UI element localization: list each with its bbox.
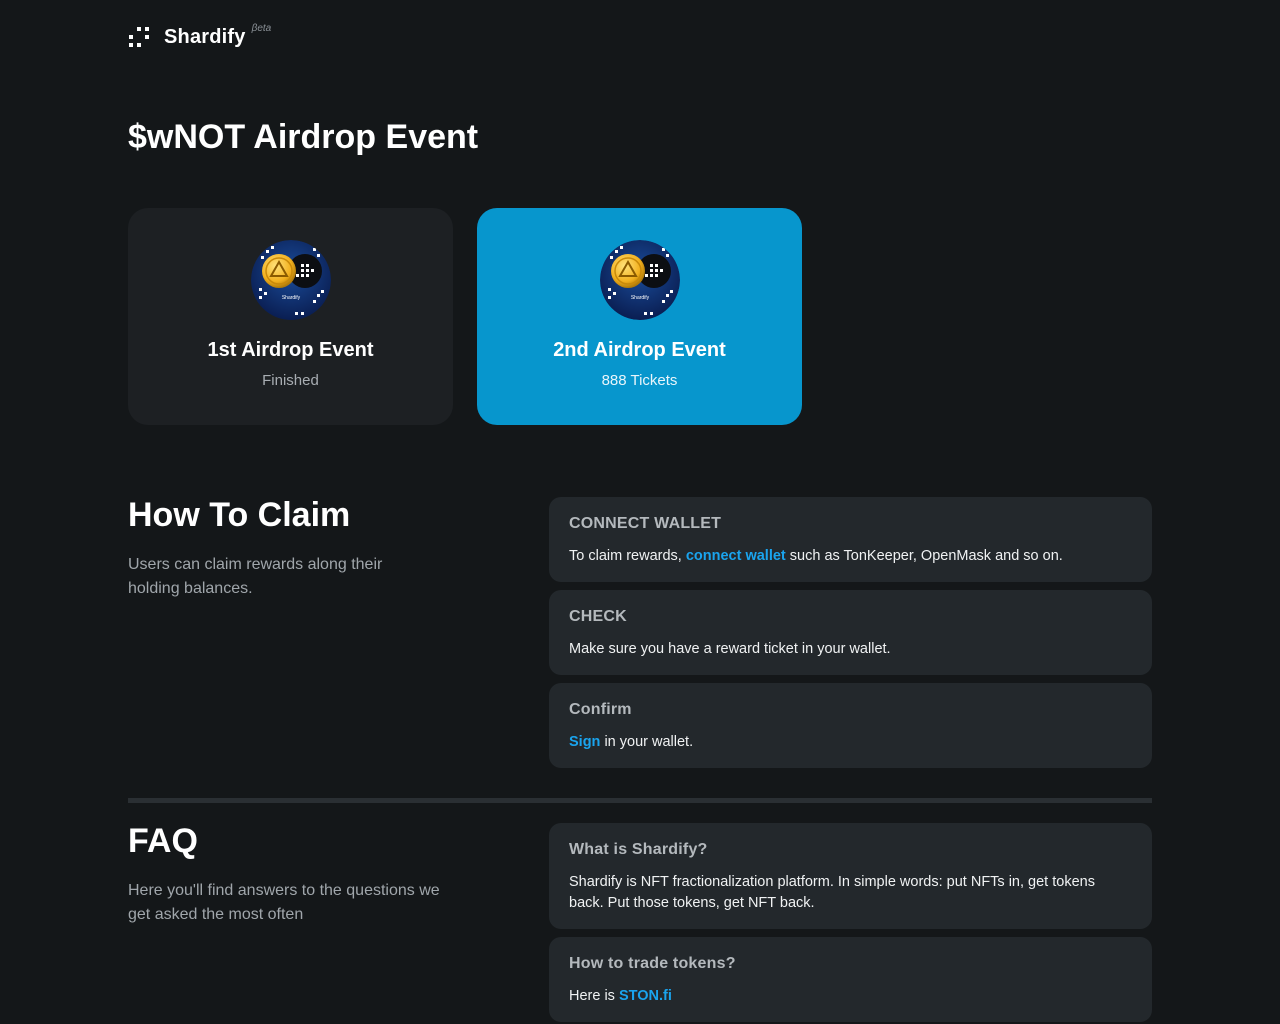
step-title: CONNECT WALLET <box>569 515 722 532</box>
event-status: Finished <box>262 372 319 389</box>
ston-fi-link[interactable]: STON.fi <box>619 988 672 1004</box>
faq-question: How to trade tokens? <box>569 955 736 972</box>
avatar-label: Shardify <box>281 295 300 301</box>
step-title: CHECK <box>569 608 627 625</box>
faq-item-how-to-trade[interactable]: How to trade tokens? Here is STON.fi <box>549 937 1152 1022</box>
header: Shardify βeta <box>128 22 271 52</box>
airdrop-token-icon: Shardify <box>599 240 680 320</box>
step-connect-wallet: CONNECT WALLET To claim rewards, connect… <box>549 497 1152 582</box>
section-divider <box>128 798 1152 803</box>
faq-title: FAQ <box>128 822 198 860</box>
connect-wallet-link[interactable]: connect wallet <box>686 548 786 564</box>
how-to-claim-title: How To Claim <box>128 496 351 534</box>
step-text: Sign in your wallet. <box>569 734 694 750</box>
sign-link[interactable]: Sign <box>569 734 600 750</box>
step-confirm: Confirm Sign in your wallet. <box>549 683 1152 768</box>
step-text: Make sure you have a reward ticket in yo… <box>569 641 891 657</box>
faq-item-what-is-shardify[interactable]: What is Shardify? Shardify is NFT fracti… <box>549 823 1152 929</box>
brand-name[interactable]: Shardify <box>164 26 246 49</box>
faq-answer: Here is STON.fi <box>569 988 672 1004</box>
beta-badge: βeta <box>251 22 272 34</box>
step-text: To claim rewards, connect wallet such as… <box>569 548 1063 564</box>
shardify-logo-icon[interactable] <box>128 26 150 48</box>
step-check: CHECK Make sure you have a reward ticket… <box>549 590 1152 675</box>
faq-description: Here you'll find answers to the question… <box>128 882 440 923</box>
faq-question: What is Shardify? <box>569 841 708 858</box>
faq-answer: Shardify is NFT fractionalization platfo… <box>569 874 1095 911</box>
event-name: 2nd Airdrop Event <box>553 339 726 361</box>
event-card-1st[interactable]: Shardify 1st Airdrop Event Finished <box>128 208 453 425</box>
how-to-claim-description: Users can claim rewards along their hold… <box>128 556 383 597</box>
event-card-2nd[interactable]: Shardify 2nd Airdrop Event 888 Tickets <box>477 208 802 425</box>
step-title: Confirm <box>569 701 632 718</box>
event-name: 1st Airdrop Event <box>207 339 374 361</box>
avatar-label: Shardify <box>630 295 649 301</box>
event-tickets: 888 Tickets <box>601 372 678 389</box>
airdrop-token-icon: Shardify <box>250 240 331 320</box>
page-title: $wNOT Airdrop Event <box>128 118 479 156</box>
